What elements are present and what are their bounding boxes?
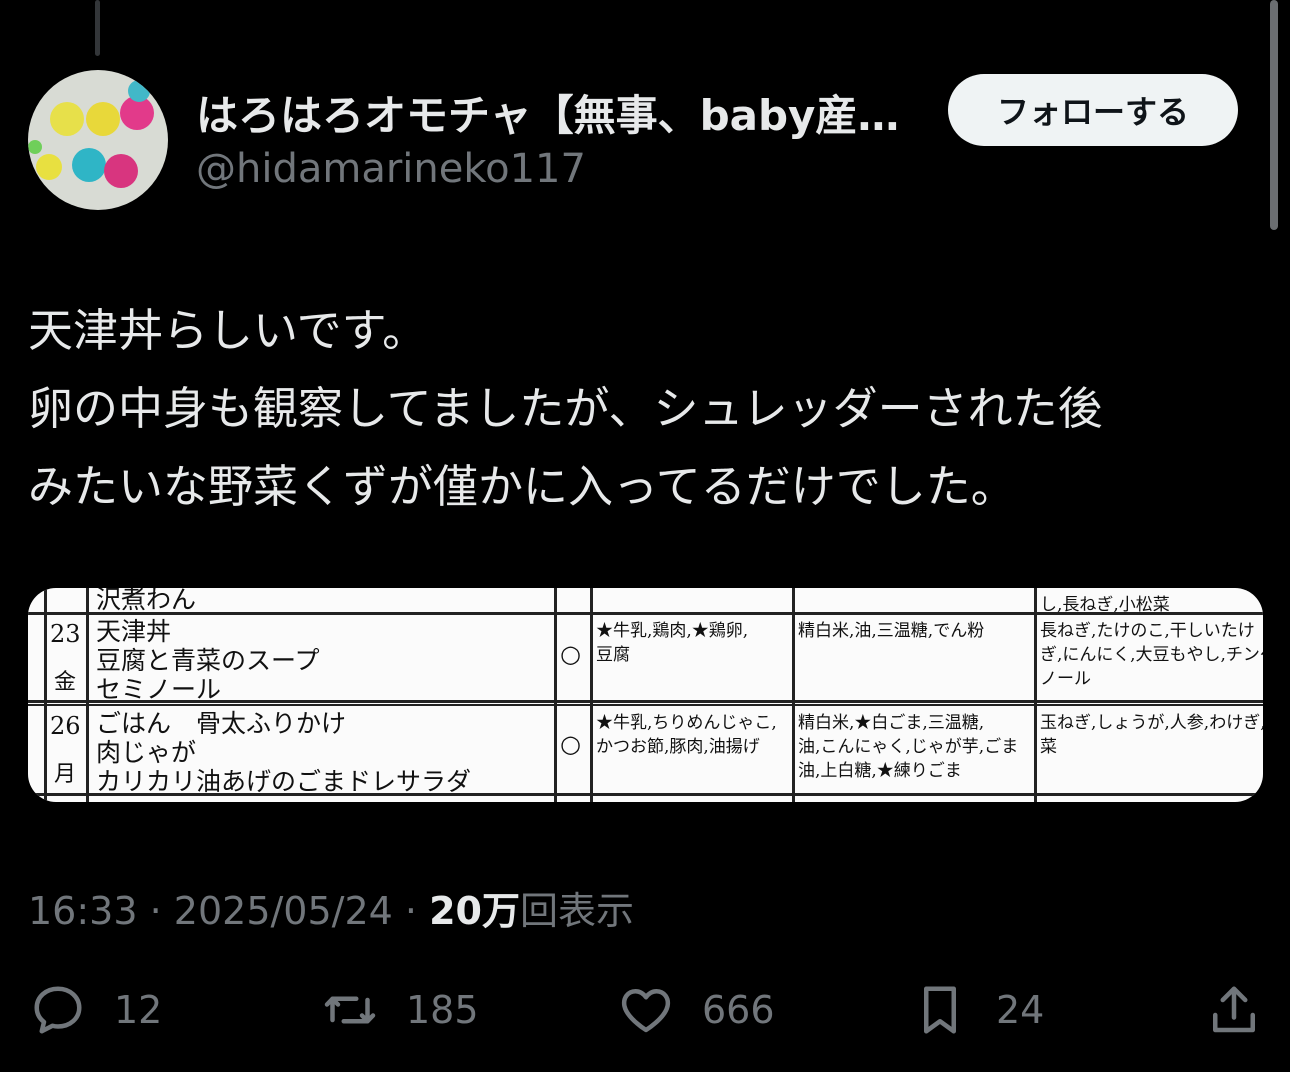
heart-icon — [621, 989, 671, 1033]
menu-check-circle: ○ — [560, 730, 581, 758]
avatar-ball-pink — [104, 154, 138, 188]
menu-energy: 油,上白糖,★練りごま — [798, 761, 962, 781]
table-rule — [590, 588, 593, 802]
menu-dish: カリカリ油あげのごまドレサラダ — [96, 767, 472, 796]
menu-energy: 油,こんにゃく,じゃが芋,ごま — [798, 737, 1019, 757]
reply-button[interactable]: 12 — [28, 980, 162, 1040]
menu-vegetables: ノール — [1040, 669, 1091, 689]
tweet-time[interactable]: 16:33 — [28, 889, 138, 933]
avatar[interactable] — [28, 70, 168, 210]
table-rule — [792, 588, 795, 802]
menu-day-number: 23 — [50, 620, 81, 648]
meta-separator: · — [404, 889, 418, 933]
tweet-meta: 16:33 · 2025/05/24 · 20万回表示 — [28, 880, 634, 935]
tweet-date[interactable]: 2025/05/24 — [174, 889, 393, 933]
menu-check-circle: ○ — [560, 640, 581, 668]
menu-protein: ★牛乳,ちりめんじゃこ, — [596, 713, 777, 733]
like-count: 666 — [702, 988, 775, 1032]
table-rule — [86, 588, 89, 802]
menu-vegetables: ぎ,にんにく,大豆もやし,チンゲ — [1040, 645, 1263, 665]
menu-protein: 豆腐 — [596, 645, 630, 665]
reply-count: 12 — [114, 988, 163, 1032]
menu-energy: 精白米,油,三温糖,でん粉 — [798, 621, 985, 641]
author-handle[interactable]: @hidamarineko117 — [196, 146, 586, 192]
bookmark-icon — [924, 986, 956, 1034]
table-rule — [1034, 588, 1037, 802]
menu-protein: ★牛乳,鶏肉,★鶏卵, — [596, 621, 749, 641]
scrollbar-thumb[interactable] — [1270, 0, 1278, 230]
tweet-text-line: 天津丼らしいです。 — [28, 304, 428, 357]
tweet-text-line: 卵の中身も観察してましたが、シュレッダーされた後 — [28, 382, 1103, 435]
repost-icon — [324, 996, 376, 1024]
views-count: 20万 — [429, 889, 520, 933]
bookmark-button[interactable]: 24 — [910, 980, 1044, 1040]
table-rule — [44, 588, 47, 802]
menu-energy: 精白米,★白ごま,三温糖, — [798, 713, 985, 733]
menu-vegetables: 玉ねぎ,しょうが,人参,わけぎ, — [1040, 713, 1263, 733]
meta-separator: · — [149, 889, 162, 933]
menu-vegetables: し,長ねぎ,小松菜 — [1040, 595, 1170, 615]
views-label: 回表示 — [520, 889, 635, 933]
tweet-text-line: みたいな野菜くずが僅かに入ってるだけでした。 — [28, 460, 1016, 513]
bookmark-count: 24 — [996, 988, 1045, 1032]
menu-day-label: 金 — [54, 670, 77, 695]
table-rule — [554, 588, 557, 802]
menu-vegetables: 菜 — [1040, 737, 1057, 757]
avatar-ball-teal — [72, 148, 106, 182]
tweet-text: 天津丼らしいです。 卵の中身も観察してましたが、シュレッダーされた後 みたいな野… — [28, 292, 1268, 526]
menu-day-label: 月 — [54, 762, 77, 787]
avatar-ball-green — [28, 140, 42, 154]
menu-dish: セミノール — [96, 675, 222, 704]
like-button[interactable]: 666 — [616, 980, 775, 1040]
menu-vegetables: 長ねぎ,たけのこ,干しいたけ — [1040, 621, 1255, 641]
repost-count: 185 — [406, 988, 479, 1032]
avatar-ball-yellow — [86, 102, 120, 136]
repost-button[interactable]: 185 — [320, 980, 479, 1040]
thread-connector-line — [95, 0, 100, 56]
reply-icon — [34, 986, 82, 1034]
share-button[interactable] — [1204, 980, 1264, 1040]
avatar-ball-yellow — [50, 102, 84, 136]
share-icon — [1213, 986, 1255, 1033]
author-display-name[interactable]: はろはろオモチャ【無事、baby産… — [196, 82, 926, 143]
avatar-ball-teal — [128, 80, 150, 102]
avatar-ball-yellow — [36, 154, 62, 180]
tweet-detail-screen: はろはろオモチャ【無事、baby産… @hidamarineko117 フォロー… — [0, 0, 1290, 1072]
menu-day-number: 26 — [50, 712, 81, 740]
tweet-media-image[interactable]: 沢煮わん し,長ねぎ,小松菜 23 金 天津丼 豆腐と青菜のスープ セミノール … — [28, 588, 1263, 802]
menu-protein: かつお節,豚肉,油揚げ — [596, 737, 760, 757]
follow-button[interactable]: フォローする — [948, 74, 1238, 146]
